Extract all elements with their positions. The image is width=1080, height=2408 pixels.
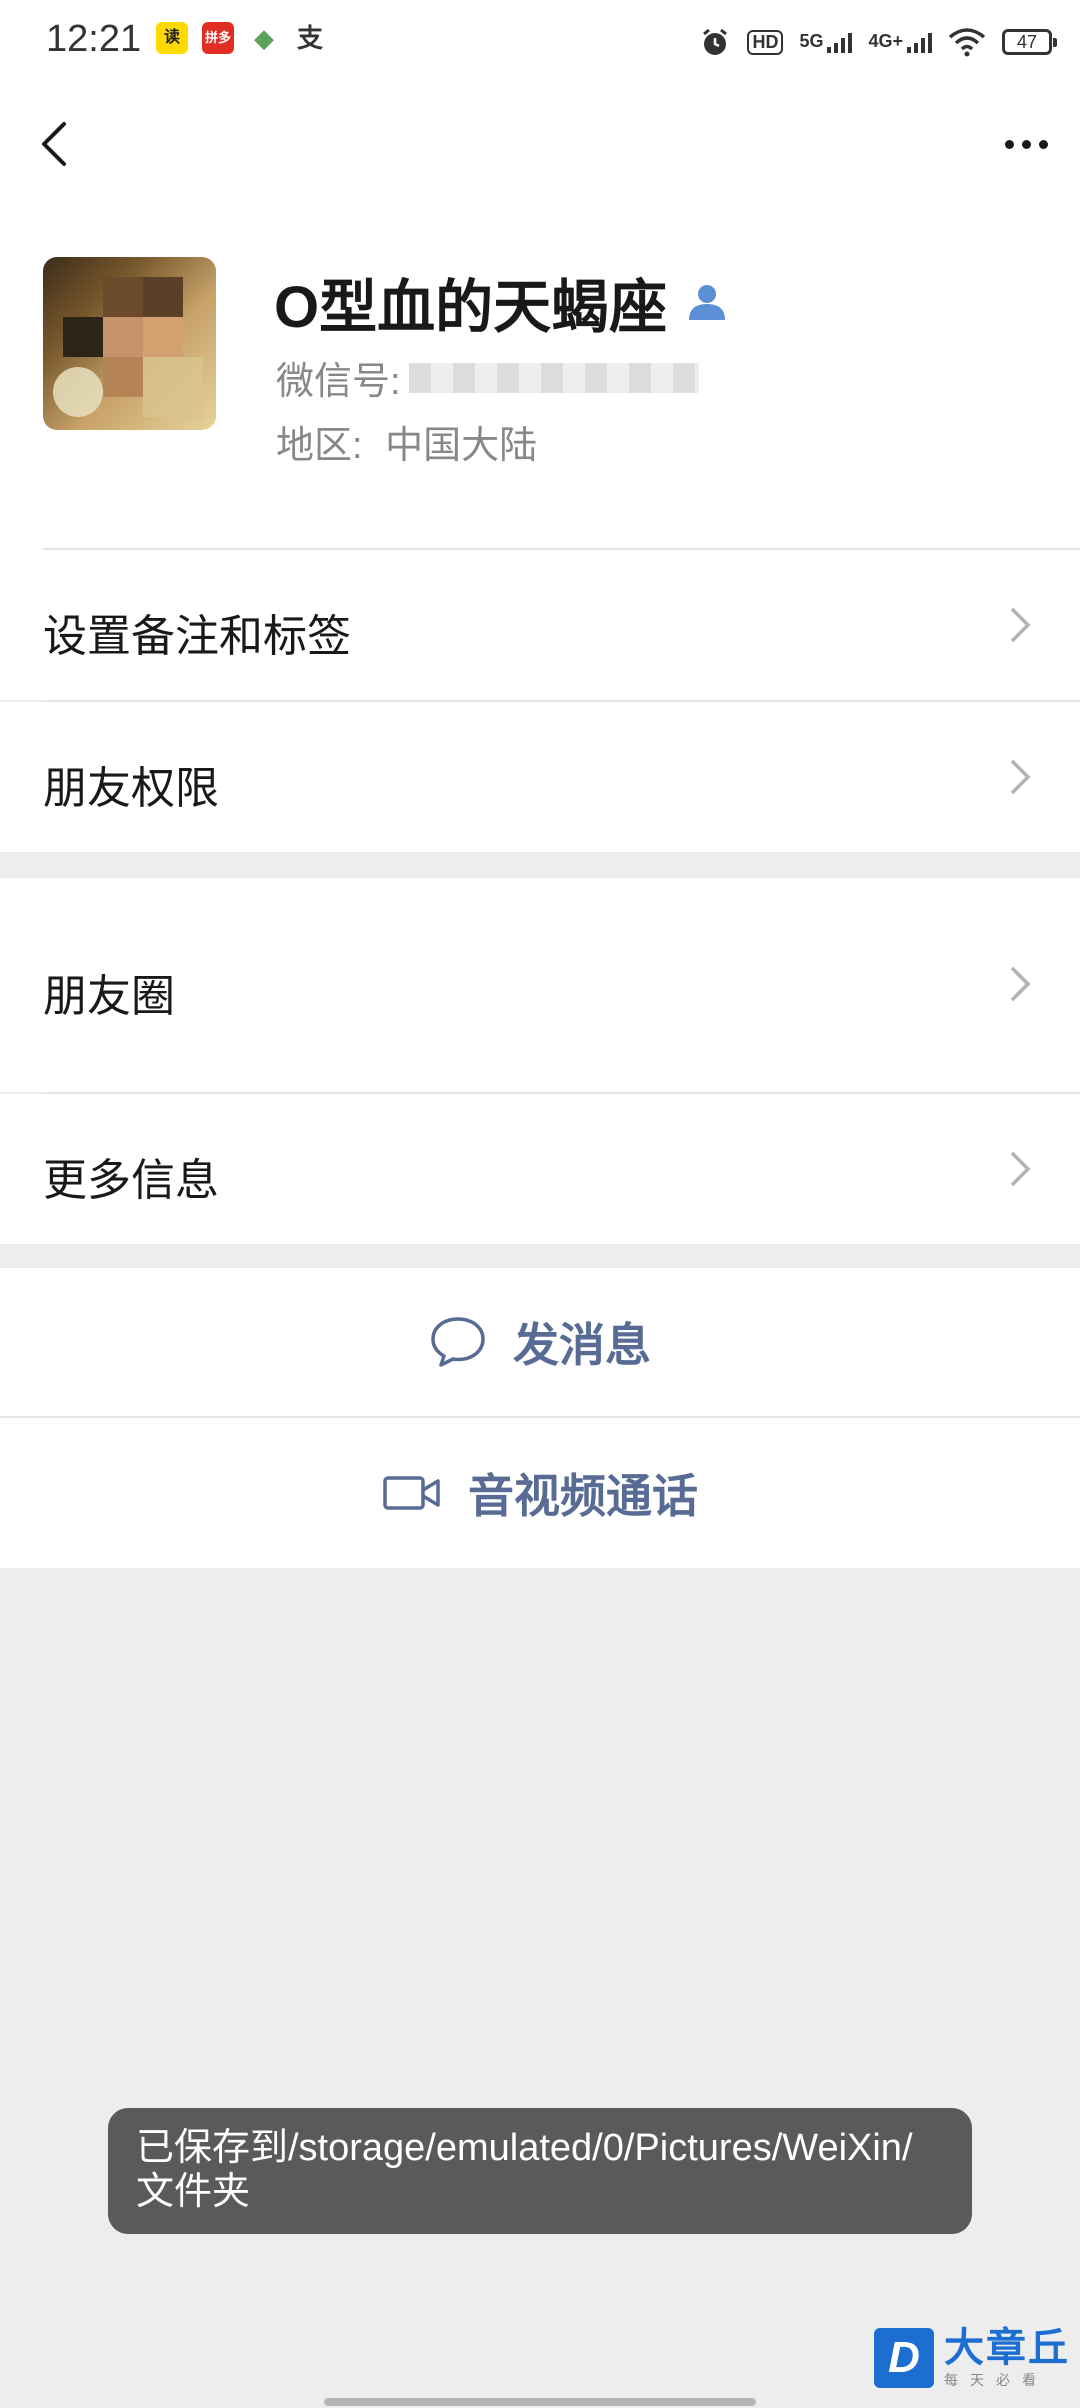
avatar[interactable]	[43, 257, 216, 430]
status-bar: 12:21 读 拼多 ◆ 支 HD 5G 4G+ 47	[0, 0, 1080, 84]
signal-4g: 4G+	[868, 31, 932, 53]
menu-item-remark-tags[interactable]: 设置备注和标签	[0, 550, 1080, 700]
menu-item-moments[interactable]: 朋友圈	[0, 878, 1080, 1092]
battery-icon: 47	[1002, 29, 1057, 55]
signal-bars-icon	[827, 31, 853, 53]
wechat-id-row: 微信号:	[276, 350, 699, 405]
alipay-app-icon: 支	[296, 23, 323, 53]
screen: 12:21 读 拼多 ◆ 支 HD 5G 4G+ 47 O型血的天蝎座 微信号:…	[0, 0, 1080, 2408]
watermark-text: 大章丘 每天必看	[944, 2326, 1070, 2390]
chevron-right-icon	[1010, 759, 1031, 795]
more-dot-icon	[1021, 139, 1031, 149]
chevron-right-icon	[1010, 1151, 1031, 1187]
send-message-label: 发消息	[513, 1319, 651, 1371]
signal-5g: 5G	[799, 31, 853, 53]
video-camera-icon	[383, 1476, 440, 1510]
notification-icons: 读 拼多 ◆ 支	[156, 22, 326, 54]
chat-bubble-icon	[431, 1317, 485, 1367]
wechat-id-label: 微信号:	[276, 361, 401, 403]
menu-item-label: 更多信息	[43, 1156, 219, 1205]
chevron-right-icon	[1010, 966, 1031, 1002]
contact-name: O型血的天蝎座	[274, 275, 668, 340]
back-button[interactable]	[30, 114, 90, 174]
home-indicator[interactable]	[324, 2398, 756, 2406]
watermark-subtitle: 每天必看	[944, 2372, 1048, 2388]
watermark-d-logo: D	[874, 2328, 934, 2388]
signal-bars-icon	[907, 31, 932, 53]
status-time: 12:21	[46, 18, 142, 60]
chevron-right-icon	[1010, 607, 1031, 643]
signal-5g-label: 5G	[799, 31, 824, 51]
send-message-button[interactable]: 发消息	[0, 1268, 1080, 1416]
menu-item-label: 朋友圈	[43, 972, 175, 1021]
back-arrow-icon	[42, 122, 66, 166]
alarm-icon	[703, 28, 728, 55]
name-row: O型血的天蝎座	[274, 260, 729, 344]
region-label: 地区:	[276, 425, 363, 467]
region-row: 地区: 中国大陆	[276, 414, 537, 469]
signal-4g-label: 4G+	[868, 31, 903, 51]
book-app-icon: ◆	[254, 23, 274, 53]
menu-item-more-info[interactable]: 更多信息	[0, 1094, 1080, 1244]
profile-header: O型血的天蝎座 微信号: 地区: 中国大陆	[0, 214, 1080, 550]
more-dot-icon	[1038, 139, 1048, 149]
menu-item-friend-permissions[interactable]: 朋友权限	[0, 702, 1080, 852]
hd-badge: HD	[747, 29, 784, 55]
more-dot-icon	[1004, 139, 1014, 149]
menu-item-label: 朋友权限	[43, 764, 219, 813]
watermark-logo: D 大章丘 每天必看	[874, 2326, 1070, 2390]
toast-message: 已保存到/storage/emulated/0/Pictures/WeiXin/…	[108, 2108, 972, 2234]
read-app-icon: 读	[156, 22, 188, 54]
wifi-icon	[948, 28, 986, 57]
video-call-button[interactable]: 音视频通话	[0, 1418, 1080, 1568]
contact-person-icon	[689, 285, 726, 320]
menu-item-label: 设置备注和标签	[43, 612, 351, 661]
status-indicators: HD 5G 4G+ 47	[699, 20, 1057, 64]
wechat-id-redacted	[408, 362, 699, 393]
nav-bar	[0, 84, 1080, 214]
region-value: 中国大陆	[385, 425, 538, 467]
watermark-title: 大章丘	[944, 2326, 1070, 2370]
pinduoduo-app-icon: 拼多	[202, 22, 234, 54]
more-options-button[interactable]	[996, 114, 1056, 174]
video-call-label: 音视频通话	[468, 1470, 698, 1522]
